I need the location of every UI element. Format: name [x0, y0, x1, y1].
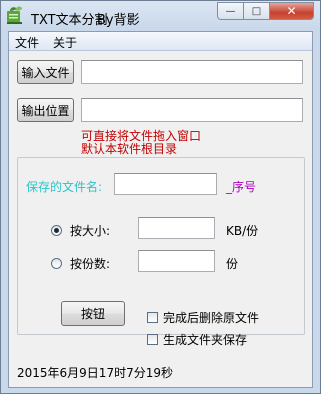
options-group: 保存的文件名: _序号 按大小: KB/份 按份数: 份 按钮 完成后删除原文件…: [17, 157, 305, 347]
input-file-button-label: 输入文件: [21, 65, 70, 80]
delete-source-label: 完成后删除原文件: [163, 311, 260, 325]
split-count-input[interactable]: [138, 250, 215, 272]
window-controls: — □ ✕: [217, 2, 314, 21]
title-bar[interactable]: TXT文本分割 By背影 — □ ✕: [1, 1, 320, 31]
input-file-button[interactable]: 输入文件: [17, 60, 74, 84]
menu-bar: 文件 关于: [9, 32, 312, 51]
size-unit-label: KB/份: [226, 224, 259, 238]
window-title-author: By背影: [97, 13, 140, 28]
sequence-suffix-label: _序号: [226, 180, 257, 194]
create-folder-label: 生成文件夹保存: [163, 333, 248, 347]
maximize-icon: □: [251, 5, 262, 17]
close-icon: ✕: [286, 4, 297, 18]
menu-about[interactable]: 关于: [53, 34, 77, 51]
input-file-path[interactable]: [81, 60, 303, 84]
count-unit-label: 份: [226, 257, 239, 271]
drag-hint: 可直接将文件拖入窗口 默认本软件根目录: [81, 130, 201, 156]
action-button[interactable]: 按钮: [61, 301, 125, 326]
close-button[interactable]: ✕: [270, 2, 314, 20]
output-location-button-label: 输出位置: [21, 103, 70, 118]
radio-selected-dot: [54, 228, 59, 233]
client-area: 文件 关于 输入文件 输出位置 可直接将文件拖入窗口 默认本软件根目录 保存的文…: [8, 31, 313, 388]
delete-source-checkbox[interactable]: [147, 312, 158, 323]
app-icon: [6, 5, 24, 25]
maximize-button[interactable]: □: [244, 2, 270, 20]
minimize-icon: —: [225, 5, 236, 17]
status-timestamp: 2015年6月9日17时7分19秒: [17, 366, 173, 380]
menu-file[interactable]: 文件: [15, 34, 39, 51]
split-by-size-radio[interactable]: [51, 225, 62, 236]
output-location-button[interactable]: 输出位置: [17, 98, 74, 122]
app-window: TXT文本分割 By背影 — □ ✕ 文件 关于 输入文件 输出位置 可直接将文…: [0, 0, 321, 394]
split-by-count-label: 按份数:: [70, 257, 111, 271]
drag-hint-line2: 默认本软件根目录: [81, 142, 178, 156]
save-name-label: 保存的文件名:: [26, 180, 103, 194]
output-location-path[interactable]: [81, 98, 303, 122]
action-button-label: 按钮: [80, 307, 105, 321]
split-size-input[interactable]: [138, 217, 215, 239]
save-name-input[interactable]: [114, 173, 217, 195]
split-by-size-label: 按大小:: [70, 224, 111, 238]
minimize-button[interactable]: —: [217, 2, 244, 20]
split-by-count-radio[interactable]: [51, 258, 62, 269]
create-folder-checkbox[interactable]: [147, 334, 158, 345]
